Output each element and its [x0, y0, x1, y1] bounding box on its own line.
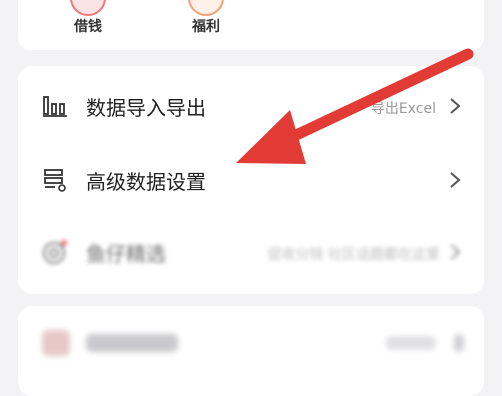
loan-icon [70, 0, 106, 16]
settings-row-featured[interactable]: 鱼仔精选 促收分钱 社区话题都在这里 [18, 216, 484, 288]
settings-row-advanced-data[interactable]: 高级数据设置 [18, 144, 484, 216]
chevron-right-icon [450, 244, 461, 260]
settings-card: 数据导入导出 导出Excel 高级数据设置 鱼仔精选 促收分钱 社区话题都在这里 [18, 66, 484, 294]
bar-chart-icon [43, 96, 67, 117]
blurred-card [18, 306, 484, 396]
chevron-right-icon [450, 172, 461, 188]
blurred-subtitle [386, 336, 436, 350]
blurred-title [86, 334, 178, 352]
gift-icon [188, 0, 224, 16]
data-settings-icon [44, 169, 66, 192]
quick-action-benefits-label: 福利 [192, 19, 220, 35]
settings-row-title: 高级数据设置 [86, 170, 206, 194]
settings-row-subtitle: 促收分钱 社区话题都在这里 [267, 247, 440, 263]
chevron-right-icon [450, 98, 461, 114]
quick-action-loan-label: 借钱 [74, 19, 102, 35]
settings-row-subtitle: 导出Excel [370, 101, 436, 117]
blurred-icon [42, 330, 70, 356]
settings-row-title: 数据导入导出 [86, 96, 206, 120]
quick-actions-card: 借钱 福利 [18, 0, 484, 50]
target-icon [43, 240, 67, 264]
settings-row-title: 鱼仔精选 [86, 242, 166, 266]
blurred-chevron [454, 334, 464, 352]
settings-row-import-export[interactable]: 数据导入导出 导出Excel [18, 70, 484, 142]
